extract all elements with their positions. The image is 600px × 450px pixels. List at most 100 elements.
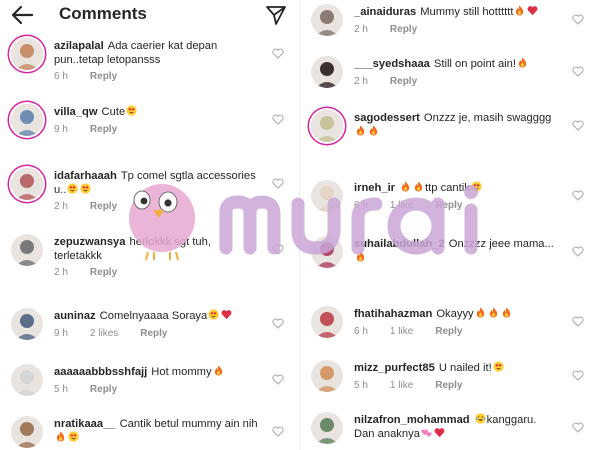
reply-button[interactable]: Reply [90, 384, 117, 395]
avatar[interactable] [311, 306, 343, 338]
like-heart-icon[interactable] [572, 316, 584, 327]
comment-timestamp: 6 h [354, 326, 368, 337]
comment-text: zepuzwansya herlokkk sgt tuh, terletakkk [54, 235, 259, 263]
comment-meta: 2 h Reply [354, 24, 439, 35]
comment-username[interactable]: sagodessert [354, 112, 420, 124]
like-heart-icon[interactable] [572, 422, 584, 433]
comment-username[interactable]: aaaaaabbbsshfajj [54, 366, 147, 378]
like-count[interactable]: 1 like [390, 326, 413, 337]
avatar[interactable] [311, 180, 343, 212]
comment-timestamp: 9 h [54, 124, 68, 135]
reply-button[interactable]: Reply [390, 76, 417, 87]
like-heart-icon[interactable] [272, 178, 284, 189]
send-icon[interactable] [265, 4, 287, 26]
comment-body: Comelnyaaaa Soraya [99, 310, 208, 322]
comment-username[interactable]: suhailabdullah_2 [354, 238, 445, 250]
like-heart-icon[interactable] [272, 426, 284, 437]
like-heart-icon[interactable] [572, 370, 584, 381]
like-heart-icon[interactable] [572, 246, 584, 257]
like-heart-icon[interactable] [572, 66, 584, 77]
fire-emoji-icon [414, 181, 423, 192]
comments-panel-right: _ainaiduras Mummy still hotttttt 2 h Reply _… [300, 0, 600, 450]
like-heart-icon[interactable] [272, 48, 284, 59]
reply-button[interactable]: Reply [435, 200, 462, 211]
comment-body: Mummy still hotttttt [420, 6, 514, 18]
avatar[interactable] [311, 110, 343, 142]
like-heart-icon[interactable] [272, 374, 284, 385]
like-heart-icon[interactable] [572, 190, 584, 201]
avatar[interactable] [11, 104, 43, 136]
avatar[interactable] [11, 416, 43, 448]
avatar[interactable] [11, 308, 43, 340]
comment-timestamp: 2 h [54, 267, 68, 278]
like-heart-icon[interactable] [272, 244, 284, 255]
comment-username[interactable]: azilapalal [54, 40, 104, 52]
comment-username[interactable]: nilzafron_mohammad [354, 414, 470, 426]
comment-text: mizz_purfect85 U nailed it! [354, 361, 559, 375]
reply-button[interactable]: Reply [90, 124, 117, 135]
comment-text: ___syedshaaa Still on point ain! [354, 57, 559, 71]
comment-meta: 2 h Reply [54, 267, 139, 278]
back-arrow-icon[interactable] [10, 4, 34, 26]
avatar[interactable] [311, 236, 343, 268]
like-heart-icon[interactable] [572, 14, 584, 25]
comment-username[interactable]: nratikaaa__ [54, 418, 116, 430]
comment-username[interactable]: irneh_ir [354, 182, 395, 194]
fire-emoji-icon [476, 307, 484, 318]
comment-username[interactable]: auninaz [54, 310, 96, 322]
avatar[interactable] [11, 234, 43, 266]
comment-username[interactable]: zepuzwansya [54, 236, 126, 248]
reply-button[interactable]: Reply [435, 326, 462, 337]
avatar[interactable] [311, 360, 343, 392]
reply-button[interactable]: Reply [90, 71, 117, 82]
like-count[interactable]: 1 like [390, 380, 413, 391]
comment-username[interactable]: idafarhaaah [54, 170, 117, 182]
reply-button[interactable]: Reply [390, 24, 417, 35]
reply-button[interactable]: Reply [90, 267, 117, 278]
comment-body: U nailed it! [438, 362, 492, 374]
fire-emoji-icon [214, 365, 222, 376]
comment-text: _ainaiduras Mummy still hotttttt [354, 5, 559, 19]
comment-username[interactable]: fhatihahazman [354, 308, 432, 320]
fire-emoji-icon [489, 307, 497, 318]
heart-eyes-emoji-icon [208, 309, 219, 320]
like-heart-icon[interactable] [572, 120, 584, 131]
red-heart-emoji-icon [528, 6, 538, 16]
comment-text: nilzafron_mohammad kanggaru. Dan anaknya [354, 413, 559, 441]
reply-button[interactable]: Reply [435, 380, 462, 391]
comments-header: Comments [0, 0, 300, 30]
comment-text: villa_qw Cute [54, 105, 259, 119]
comment-body: Cute [101, 106, 126, 118]
comment-meta: 6 h 1 like Reply [354, 200, 485, 211]
reply-button[interactable]: Reply [90, 201, 117, 212]
comment-body: Hot mommy [151, 366, 212, 378]
avatar[interactable] [311, 4, 343, 36]
comment-timestamp: 5 h [354, 380, 368, 391]
comment-text: idafarhaaah Tp comel sgtla accessories u.… [54, 169, 259, 197]
comment-text: nratikaaa__ Cantik betul mummy ain nih [54, 417, 259, 445]
avatar[interactable] [311, 56, 343, 88]
like-heart-icon[interactable] [272, 318, 284, 329]
like-count[interactable]: 1 like [390, 200, 413, 211]
avatar[interactable] [311, 412, 343, 444]
comment-text: suhailabdullah_2 Onzzzz jeee mama... [354, 237, 559, 265]
heart-eyes-emoji-icon [126, 105, 137, 116]
like-count[interactable]: 2 likes [90, 328, 118, 339]
comment-text: fhatihahazman Okayyy [354, 307, 559, 321]
comment-username[interactable]: ___syedshaaa [354, 58, 430, 70]
fire-emoji-icon [518, 57, 527, 68]
laughing-emoji-icon [474, 413, 486, 424]
comment-body: Onzzzz jeee mama... [448, 238, 554, 250]
avatar[interactable] [11, 364, 43, 396]
reply-button[interactable]: Reply [140, 328, 167, 339]
comment-meta: 6 h 1 like Reply [354, 326, 485, 337]
fire-emoji-icon [502, 307, 510, 318]
comment-username[interactable]: villa_qw [54, 106, 98, 118]
comment-meta: 9 h 2 likes Reply [54, 328, 190, 339]
like-heart-icon[interactable] [272, 114, 284, 125]
comment-username[interactable]: mizz_purfect85 [354, 362, 435, 374]
avatar[interactable] [11, 38, 43, 70]
fire-emoji-icon [516, 5, 524, 16]
comment-username[interactable]: _ainaiduras [354, 6, 416, 18]
avatar[interactable] [11, 168, 43, 200]
